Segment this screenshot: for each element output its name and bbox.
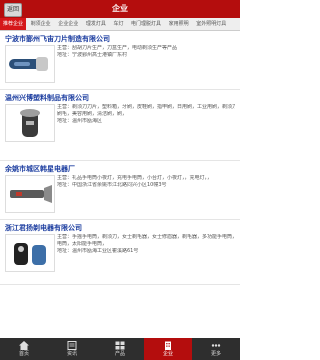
- tab-home-lighting[interactable]: 家用照明: [166, 18, 192, 30]
- business-line: 主营：剃须刀刀片，塑料箱，牙刷，皮鞋刷，指甲刷，日用刷，工业用刷，剃须刀刀片，: [57, 104, 235, 110]
- tab-electric-lamp[interactable]: 电门理脱灯具: [128, 18, 164, 30]
- nav-company-label: 企业: [162, 351, 173, 357]
- list-item[interactable]: 浙江君扬剃电器有限公司 主营：手摇手电筒，剃须刀，女士剃毛器，女士修眉器，剃毛器…: [0, 220, 240, 285]
- nav-company[interactable]: 企业: [144, 338, 192, 360]
- company-name-link[interactable]: 温州兴博塑料制品有限公司: [5, 93, 89, 103]
- list-item[interactable]: 宁波市鄞州飞宙刀片制造有限公司 主营：刮胡刀片生产，刀盒生产，电动剃须生产等产品…: [0, 31, 240, 90]
- nav-more[interactable]: 更多: [192, 338, 240, 360]
- home-icon: [19, 341, 29, 350]
- address-line: 地址：温州市瓯海工业区瞿溪路61号: [57, 248, 139, 254]
- company-info: 主营：手摇手电筒，剃须刀，女士剃毛器，女士修眉器，剃毛器，多功能手电筒，手 电筒…: [57, 234, 235, 255]
- address-line: 地址：温州市瓯海区: [57, 118, 103, 124]
- category-tabs: 推荐企业 剃须企业 企业企业 理发灯具 车灯 电门理脱灯具 家用照明 室外照明灯…: [0, 18, 240, 31]
- company-name-link[interactable]: 浙江君扬剃电器有限公司: [5, 223, 82, 233]
- list-item[interactable]: 余姚市城区韩星电器厂 主营：礼品手电筒小夜灯，充电手电筒，小台灯，小夜灯，，充电…: [0, 161, 240, 220]
- nav-home[interactable]: 首页: [0, 338, 48, 360]
- shaver-thumbnail[interactable]: [5, 104, 55, 142]
- more-icon: [211, 344, 221, 347]
- company-info: 主营：刮胡刀片生产，刀盒生产，电动剃须生产等产品 地址：宁波鄞州高士港镇厂东村: [57, 45, 235, 59]
- nav-news-label: 资讯: [66, 351, 77, 357]
- company-icon: [165, 341, 171, 350]
- company-info: 主营：礼品手电筒小夜灯，充电手电筒，小台灯，小夜灯，，充电灯，， 地址：中国浙江…: [57, 175, 235, 189]
- tab-barber-lamp[interactable]: 理发灯具: [83, 18, 109, 30]
- tab-outdoor-lighting[interactable]: 室外照明灯具: [193, 18, 229, 30]
- business-line-cont: 刷毛，美容用刷，清洁刷，刷，: [57, 111, 128, 117]
- list-item[interactable]: 温州兴博塑料制品有限公司 主营：剃须刀刀片，塑料箱，牙刷，皮鞋刷，指甲刷，日用刷…: [0, 90, 240, 161]
- products-icon: [115, 341, 125, 350]
- business-line: 主营：礼品手电筒小夜灯，充电手电筒，小台灯，小夜灯，，充电灯，，: [57, 175, 213, 181]
- tab-shaver-company[interactable]: 剃须企业: [28, 18, 54, 30]
- company-list: 宁波市鄞州飞宙刀片制造有限公司 主营：刮胡刀片生产，刀盒生产，电动剃须生产等产品…: [0, 31, 240, 338]
- address-line: 地址：中国浙江省余姚市江北路同兴小区10幢3号: [57, 182, 167, 188]
- page-title: 企业: [112, 4, 128, 13]
- news-icon: [67, 341, 77, 350]
- flashlight-thumbnail[interactable]: [5, 175, 55, 213]
- nav-more-label: 更多: [210, 351, 221, 357]
- nav-products[interactable]: 产品: [96, 338, 144, 360]
- company-name-link[interactable]: 宁波市鄞州飞宙刀片制造有限公司: [5, 34, 110, 44]
- product-thumbnail[interactable]: [5, 234, 55, 272]
- company-name-link[interactable]: 余姚市城区韩星电器厂: [5, 164, 75, 174]
- business-line: 主营：刮胡刀片生产，刀盒生产，电动剃须生产等产品: [57, 45, 178, 51]
- tab-car-lamp[interactable]: 车灯: [110, 18, 126, 30]
- nav-news[interactable]: 资讯: [48, 338, 96, 360]
- back-button[interactable]: 返回: [4, 3, 22, 17]
- tab-recommended[interactable]: 推荐企业: [0, 18, 27, 30]
- header-bar: 企业 返回: [0, 0, 240, 18]
- shaver-thumbnail[interactable]: [5, 45, 55, 83]
- business-line-cont: 电筒，太阳能手电筒，: [57, 241, 108, 247]
- tab-company[interactable]: 企业企业: [55, 18, 81, 30]
- nav-home-label: 首页: [18, 351, 29, 357]
- bottom-nav: 首页 资讯 产品 企业 更多: [0, 338, 240, 360]
- business-line: 主营：手摇手电筒，剃须刀，女士剃毛器，女士修眉器，剃毛器，多功能手电筒，手: [57, 234, 235, 240]
- company-info: 主营：剃须刀刀片，塑料箱，牙刷，皮鞋刷，指甲刷，日用刷，工业用刷，剃须刀刀片， …: [57, 104, 235, 125]
- nav-products-label: 产品: [114, 351, 125, 357]
- address-line: 地址：宁波鄞州高士港镇厂东村: [57, 52, 128, 58]
